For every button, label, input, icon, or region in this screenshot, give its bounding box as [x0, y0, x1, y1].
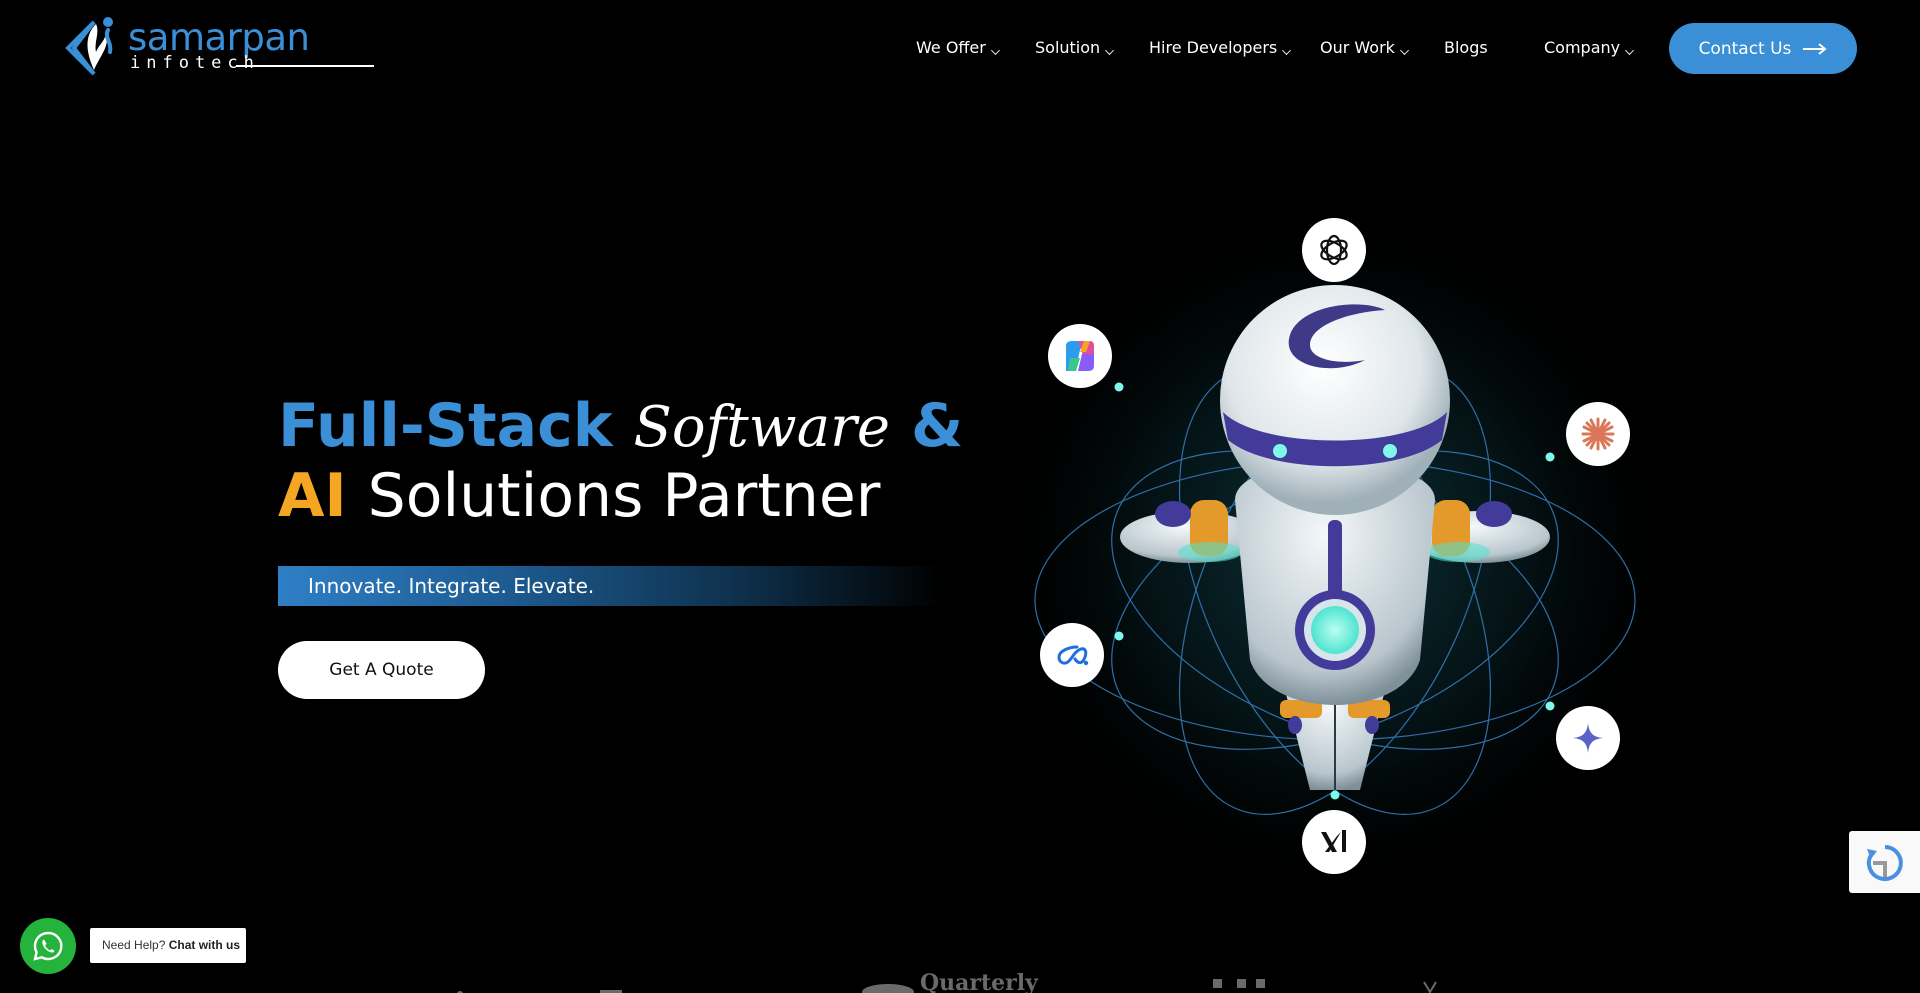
astronaut-orbit-graphic: [990, 205, 1680, 895]
nav-item-label: Solution: [1035, 38, 1101, 57]
heading-highlight-ai: AI: [278, 461, 347, 531]
xai-grok-icon: [1302, 810, 1366, 874]
openai-icon: [1302, 218, 1366, 282]
contact-us-label: Contact Us: [1698, 38, 1792, 59]
nav-item-label: Blogs: [1444, 38, 1488, 57]
copilot-icon: [1048, 324, 1112, 388]
heading-ampersand: &: [910, 391, 964, 461]
heading-solutions-partner: Solutions Partner: [367, 461, 881, 531]
hero-heading-line-1: Full-Stack Software &: [278, 392, 978, 462]
heading-software: Software: [633, 395, 891, 460]
logo-wordmark: samarpan: [128, 16, 310, 59]
site-logo[interactable]: samarpan infotech: [64, 12, 374, 78]
hero-heading: Full-Stack Software & AI Solutions Partn…: [278, 392, 978, 530]
heading-highlight-fullstack: Full-Stack: [278, 391, 613, 461]
get-a-quote-button[interactable]: Get A Quote: [278, 641, 485, 699]
logo-underline: [236, 65, 374, 67]
nav-item-label: Hire Developers: [1149, 38, 1278, 57]
chevron-down-icon: [1625, 45, 1635, 55]
nav-item-blogs[interactable]: Blogs: [1444, 37, 1488, 59]
recaptcha-badge[interactable]: [1849, 831, 1920, 893]
logo-subtitle: infotech: [130, 53, 260, 73]
nav-item-hire-developers[interactable]: Hire Developers: [1149, 37, 1292, 59]
nav-item-our-work[interactable]: Our Work: [1320, 37, 1409, 59]
nav-item-company[interactable]: Company: [1544, 37, 1635, 59]
chevron-down-icon: [990, 45, 1000, 55]
chevron-down-icon: [1282, 45, 1292, 55]
whatsapp-button[interactable]: [20, 918, 76, 974]
partner-logo-quarterly: Quarterly: [920, 970, 1038, 993]
nav-item-label: Company: [1544, 38, 1621, 57]
nav-item-label: We Offer: [916, 38, 986, 57]
whatsapp-chat-label: Chat with us: [168, 938, 241, 952]
meta-ai-icon: [1040, 623, 1104, 687]
whatsapp-chat-chip[interactable]: Need Help? Chat with us: [90, 928, 246, 963]
samarpan-logo-icon: [65, 17, 113, 76]
site-header: samarpan infotech We Offer Solution Hire…: [0, 0, 1920, 96]
contact-us-button[interactable]: Contact Us: [1669, 23, 1857, 74]
get-a-quote-label: Get A Quote: [329, 660, 434, 680]
claude-icon: [1566, 402, 1630, 466]
recaptcha-icon: [1866, 845, 1903, 881]
nav-item-solution[interactable]: Solution: [1035, 37, 1115, 59]
hero-illustration: [980, 200, 1680, 900]
whatsapp-help-text: Need Help?: [102, 938, 166, 952]
chevron-down-icon: [1105, 45, 1115, 55]
partner-logo-strip: Quarterly: [0, 970, 1920, 993]
whatsapp-icon: [33, 931, 63, 961]
hero-heading-line-2: AI Solutions Partner: [278, 462, 978, 530]
nav-item-label: Our Work: [1320, 38, 1395, 57]
chevron-down-icon: [1399, 45, 1409, 55]
nav-item-we-offer[interactable]: We Offer: [916, 37, 1000, 59]
arrow-right-icon: [1803, 42, 1827, 55]
tagline-banner: Innovate. Integrate. Elevate.: [278, 566, 943, 606]
hero-tagline: Innovate. Integrate. Elevate.: [308, 574, 595, 598]
gemini-icon: [1556, 706, 1620, 770]
